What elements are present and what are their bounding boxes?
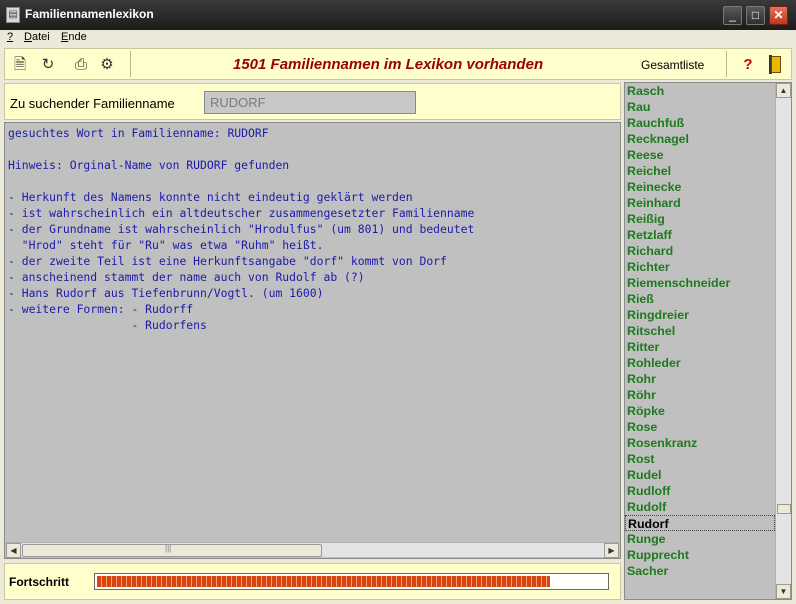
name-list-item[interactable]: Reese [625,147,775,163]
menu-datei[interactable]: Datei [24,31,50,43]
exit-door-icon[interactable] [768,55,784,75]
menu-bar: ? Datei Ende [0,30,796,46]
search-label: Zu suchender Familienname [10,96,175,111]
search-input[interactable] [204,91,416,114]
name-list-item[interactable]: Rohr [625,371,775,387]
result-line: gesuchtes Wort in Familienname: RUDORF [8,126,269,140]
scroll-right-button[interactable]: ▶ [604,543,619,558]
name-list-item[interactable]: Reißig [625,211,775,227]
name-list-item[interactable]: Reichel [625,163,775,179]
progress-panel: Fortschritt [4,563,621,600]
result-line: Hinweis: Orginal-Name von RUDORF gefunde… [8,158,290,172]
maximize-button[interactable]: □ [746,6,765,25]
name-list-item[interactable]: Reinecke [625,179,775,195]
document-search-icon[interactable]: 🗎 [10,55,30,75]
horizontal-scroll-thumb[interactable] [22,544,322,557]
name-list-item[interactable]: Ritschel [625,323,775,339]
settings-icon[interactable]: ⚙ [97,55,117,75]
name-list-item[interactable]: Richter [625,259,775,275]
result-line: - Hans Rudorf aus Tiefenbrunn/Vogtl. (um… [8,286,324,300]
result-line: - der Grundname ist wahrscheinlich "Hrod… [8,222,475,236]
result-line: - der zweite Teil ist eine Herkunftsanga… [8,254,447,268]
result-line: - anscheinend stammt der name auch von R… [8,270,365,284]
headline: 1501 Familiennamen im Lexikon vorhanden [233,56,544,73]
name-list-item[interactable]: Rohleder [625,355,775,371]
name-list-item[interactable]: Röhr [625,387,775,403]
name-list-item[interactable]: Riemenschneider [625,275,775,291]
result-line: - weitere Formen: - Rudorff [8,302,194,316]
print-icon[interactable]: ⎙ [71,55,91,75]
name-list-item[interactable]: Rasch [625,83,775,99]
gesamtliste-button[interactable]: Gesamtliste [641,58,704,72]
result-line: - Rudorfens [8,318,207,332]
name-list-item[interactable]: Rauchfuß [625,115,775,131]
help-icon[interactable]: ? [739,55,757,75]
vertical-scrollbar[interactable]: ▲ ▼ [775,83,791,599]
name-list-item[interactable]: Rosenkranz [625,435,775,451]
scroll-up-button[interactable]: ▲ [776,83,791,98]
name-list[interactable]: Rasch Rau Rauchfuß Recknagel Reese Reichel Rei… [625,83,775,599]
name-list-item[interactable]: Rieß [625,291,775,307]
name-list-item[interactable]: Sacher [625,563,775,579]
menu-help[interactable]: ? [7,31,13,43]
result-line: "Hrod" steht für "Ru" was etwa "Ruhm" he… [8,238,324,252]
minimize-button[interactable]: _ [723,6,742,25]
horizontal-scrollbar[interactable]: ◀ ▶ [6,542,619,558]
scroll-left-button[interactable]: ◀ [6,543,21,558]
name-list-item[interactable]: Rudorf [625,515,775,531]
window-title: Familiennamenlexikon [25,7,154,21]
toolbar-divider [130,51,131,77]
progress-bar [94,573,609,590]
name-list-panel: Rasch Rau Rauchfuß Recknagel Reese Reichel Rei… [624,82,792,600]
name-list-item[interactable]: Rudel [625,467,775,483]
name-list-item[interactable]: Rost [625,451,775,467]
toolbar-divider [726,51,727,77]
app-icon: ▤ [6,7,20,23]
result-line: - Herkunft des Namens konnte nicht einde… [8,190,413,204]
name-list-item[interactable]: Rudloff [625,483,775,499]
name-list-item[interactable]: Runge [625,531,775,547]
name-list-item[interactable]: Rau [625,99,775,115]
name-list-item[interactable]: Rose [625,419,775,435]
toolbar: 🗎 ↻ ⎙ ⚙ 1501 Familiennamen im Lexikon vo… [4,48,792,80]
name-list-item[interactable]: Ringdreier [625,307,775,323]
name-list-item[interactable]: Rupprecht [625,547,775,563]
progress-label: Fortschritt [9,575,69,589]
result-line [8,173,618,189]
title-bar: ▤ Familiennamenlexikon _ □ ✕ [0,0,796,30]
name-list-item[interactable]: Röpke [625,403,775,419]
vertical-scroll-thumb[interactable] [777,504,791,514]
scroll-down-button[interactable]: ▼ [776,584,791,599]
close-button[interactable]: ✕ [769,6,788,25]
name-list-item[interactable]: Recknagel [625,131,775,147]
refresh-icon[interactable]: ↻ [38,55,58,75]
name-list-item[interactable]: Richard [625,243,775,259]
name-list-item[interactable]: Rudolf [625,499,775,515]
progress-fill [97,576,550,587]
result-line [8,141,618,157]
name-list-item[interactable]: Ritter [625,339,775,355]
search-panel: Zu suchender Familienname [4,83,621,120]
result-line: - ist wahrscheinlich ein altdeutscher zu… [8,206,475,220]
name-list-item[interactable]: Reinhard [625,195,775,211]
name-list-item[interactable]: Retzlaff [625,227,775,243]
menu-ende[interactable]: Ende [61,31,87,43]
result-panel: gesuchtes Wort in Familienname: RUDORF H… [4,122,621,559]
result-text[interactable]: gesuchtes Wort in Familienname: RUDORF H… [7,125,618,541]
